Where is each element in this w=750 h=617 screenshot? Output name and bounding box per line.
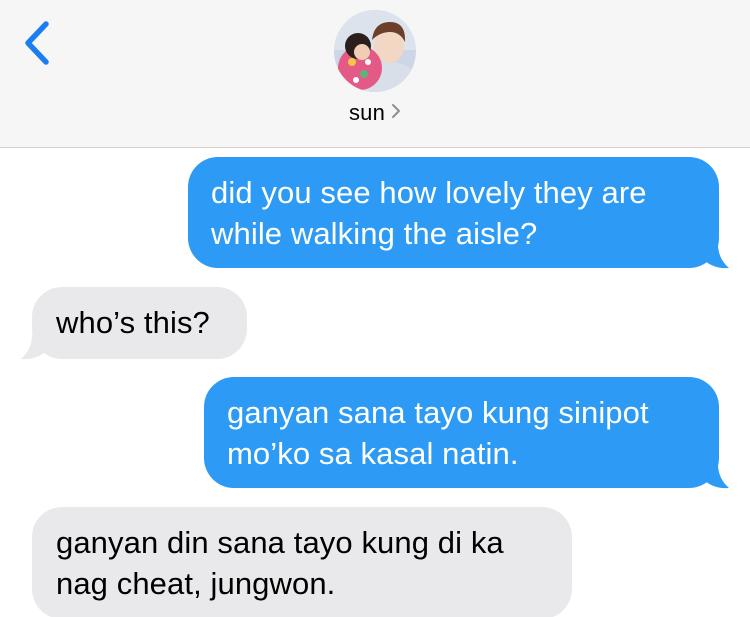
contact-name: sun: [348, 100, 386, 125]
bubble-tail: [700, 464, 729, 489]
conversation-header: sun: [0, 0, 750, 148]
bubble-tail: [700, 244, 729, 269]
message-text: who’s this?: [56, 305, 210, 340]
message-text: ganyan din sana tayo kung di ka: [56, 525, 504, 560]
message-bubble-sent[interactable]: did you see how lovely they are while wa…: [188, 157, 719, 268]
message-text: did you see how lovely they are: [211, 175, 647, 210]
message-bubble-sent[interactable]: ganyan sana tayo kung sinipot mo’ko sa k…: [204, 377, 719, 488]
back-button[interactable]: [18, 16, 62, 72]
chevron-left-icon: [25, 21, 49, 65]
avatar[interactable]: [334, 10, 416, 92]
message-text: mo’ko sa kasal natin.: [227, 436, 519, 471]
message-text: ganyan sana tayo kung sinipot: [227, 395, 649, 430]
contact-details-link[interactable]: sun: [0, 98, 750, 128]
message-text: nag cheat, jungwon.: [56, 566, 336, 601]
chevron-right-icon: [391, 103, 401, 124]
contact-photo: [334, 10, 416, 92]
message-bubble-received[interactable]: ganyan din sana tayo kung di ka nag chea…: [32, 507, 572, 617]
message-bubble-received[interactable]: who’s this?: [32, 287, 247, 359]
messages-screen: sun did you see how lovely they are whil…: [0, 0, 750, 617]
message-text: while walking the aisle?: [211, 216, 538, 251]
bubble-tail: [21, 335, 50, 360]
